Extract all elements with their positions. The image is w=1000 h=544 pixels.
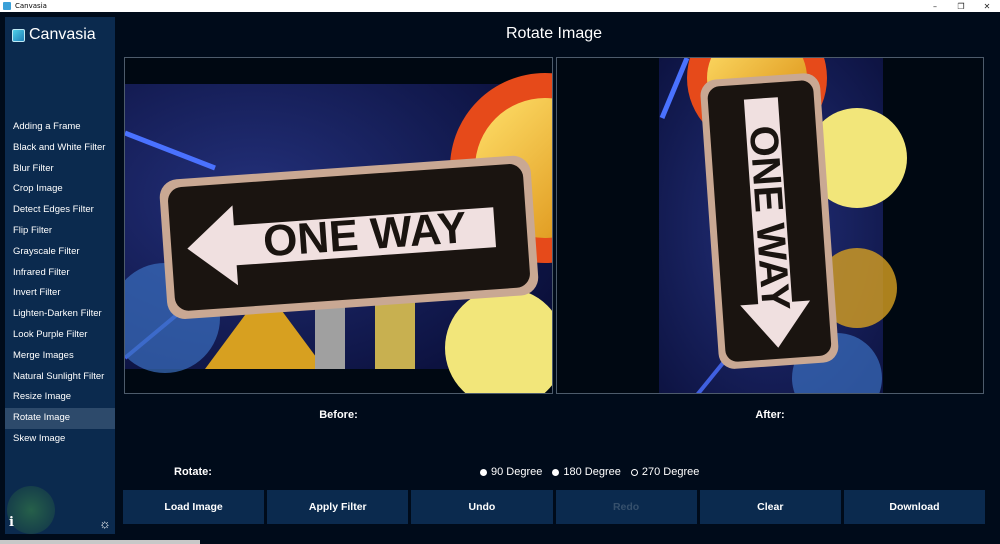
clear-button[interactable]: Clear (699, 490, 841, 524)
undo-button[interactable]: Undo (411, 490, 553, 524)
radio-270-degree[interactable]: 270 Degree (630, 466, 700, 478)
close-button[interactable]: ✕ (974, 0, 1000, 12)
canvasia-logo-icon (12, 28, 25, 42)
radio-180-degree[interactable]: 180 Degree (552, 466, 621, 478)
before-image: ONE WAY (125, 58, 552, 393)
before-label: Before: (319, 409, 358, 421)
sidebar-item-infrared-filter[interactable]: Infrared Filter (5, 263, 115, 284)
brand-name: Canvasia (29, 26, 96, 43)
sidebar-item-grayscale-filter[interactable]: Grayscale Filter (5, 242, 115, 263)
sidebar-item-blur-filter[interactable]: Blur Filter (5, 159, 115, 180)
sidebar-item-flip-filter[interactable]: Flip Filter (5, 221, 115, 242)
radio-label: 90 Degree (491, 466, 543, 478)
redo-button[interactable]: Redo (555, 490, 697, 524)
taskbar-edge (0, 540, 200, 544)
sidebar-footer: i ☼ (5, 486, 115, 534)
app-icon (3, 2, 11, 10)
sidebar-item-detect-edges-filter[interactable]: Detect Edges Filter (5, 200, 115, 221)
download-button[interactable]: Download (843, 490, 986, 524)
radio-dot-icon (552, 468, 560, 476)
brand: Canvasia (12, 26, 96, 44)
sidebar-menu: Adding a Frame Black and White Filter Bl… (5, 117, 115, 450)
minimize-button[interactable]: – (922, 0, 948, 12)
apply-filter-button[interactable]: Apply Filter (267, 490, 409, 524)
sidebar-item-look-purple-filter[interactable]: Look Purple Filter (5, 325, 115, 346)
radio-dot-icon (480, 468, 487, 476)
sidebar-item-rotate-image[interactable]: Rotate Image (5, 408, 115, 429)
sidebar-item-adding-a-frame[interactable]: Adding a Frame (5, 117, 115, 138)
load-image-button[interactable]: Load Image (123, 490, 265, 524)
radio-label: 180 Degree (563, 466, 621, 478)
sidebar-item-skew-image[interactable]: Skew Image (5, 429, 115, 450)
maximize-button[interactable]: ❐ (948, 0, 974, 12)
info-icon[interactable]: i (9, 515, 19, 530)
rotate-label: Rotate: (174, 466, 212, 478)
sidebar-item-natural-sunlight-filter[interactable]: Natural Sunlight Filter (5, 367, 115, 388)
sidebar-item-lighten-darken-filter[interactable]: Lighten-Darken Filter (5, 304, 115, 325)
sidebar-item-resize-image[interactable]: Resize Image (5, 387, 115, 408)
sidebar-item-invert-filter[interactable]: Invert Filter (5, 283, 115, 304)
sidebar-item-crop-image[interactable]: Crop Image (5, 179, 115, 200)
sidebar-item-black-and-white-filter[interactable]: Black and White Filter (5, 138, 115, 159)
window-title: Canvasia (15, 2, 47, 10)
page-title: Rotate Image (505, 25, 603, 42)
rotation-options: 90 Degree 180 Degree 270 Degree (480, 466, 709, 478)
radio-label: 270 Degree (641, 466, 700, 478)
after-label: After: (755, 409, 785, 421)
radio-90-degree[interactable]: 90 Degree (480, 466, 542, 478)
after-image: ONE WAY (557, 58, 983, 393)
sidebar-item-merge-images[interactable]: Merge Images (5, 346, 115, 367)
sidebar: Canvasia Adding a Frame Black and White … (5, 17, 115, 534)
window-controls: – ❐ ✕ (922, 0, 1000, 12)
window-titlebar: Canvasia – ❐ ✕ (0, 0, 1000, 12)
action-toolbar: Load Image Apply Filter Undo Redo Clear … (123, 490, 986, 524)
radio-dot-icon (630, 468, 638, 476)
before-image-panel: ONE WAY (124, 57, 553, 394)
after-image-panel: ONE WAY (556, 57, 984, 394)
settings-icon[interactable]: ☼ (98, 517, 112, 531)
